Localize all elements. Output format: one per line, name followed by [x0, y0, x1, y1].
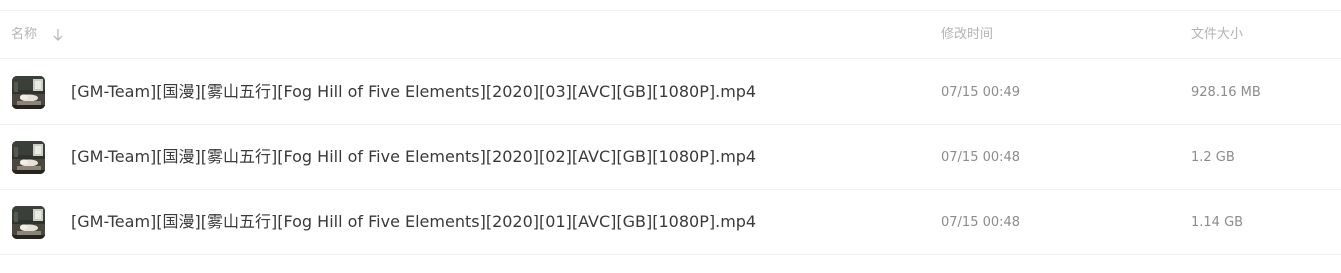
file-name[interactable]: [GM-Team][国漫][雾山五行][Fog Hill of Five Ele…: [71, 147, 756, 167]
column-header-size[interactable]: 文件大小: [1191, 26, 1243, 44]
arrow-down-icon[interactable]: [52, 27, 64, 43]
file-row[interactable]: [GM-Team][国漫][雾山五行][Fog Hill of Five Ele…: [0, 190, 1341, 255]
file-name[interactable]: [GM-Team][国漫][雾山五行][Fog Hill of Five Ele…: [71, 82, 756, 102]
file-size: 1.2 GB: [1191, 150, 1235, 165]
file-row[interactable]: [GM-Team][国漫][雾山五行][Fog Hill of Five Ele…: [0, 60, 1341, 125]
file-size: 1.14 GB: [1191, 215, 1244, 230]
video-thumbnail-icon: [12, 141, 45, 174]
file-name[interactable]: [GM-Team][国漫][雾山五行][Fog Hill of Five Ele…: [71, 212, 756, 232]
file-size: 928.16 MB: [1191, 85, 1261, 100]
column-header-name[interactable]: 名称: [11, 26, 37, 44]
file-list: 名称 修改时间 文件大小 [GM-Team][国漫][雾山五行][Fog Hil: [0, 0, 1341, 273]
video-thumbnail-icon: [12, 206, 45, 239]
file-modified-time: 07/15 00:48: [941, 215, 1021, 230]
video-thumbnail-icon: [12, 76, 45, 109]
list-header: 名称 修改时间 文件大小: [0, 11, 1341, 59]
file-modified-time: 07/15 00:48: [941, 150, 1021, 165]
column-header-modified[interactable]: 修改时间: [941, 26, 993, 44]
file-row[interactable]: [GM-Team][国漫][雾山五行][Fog Hill of Five Ele…: [0, 125, 1341, 190]
file-modified-time: 07/15 00:49: [941, 85, 1021, 100]
